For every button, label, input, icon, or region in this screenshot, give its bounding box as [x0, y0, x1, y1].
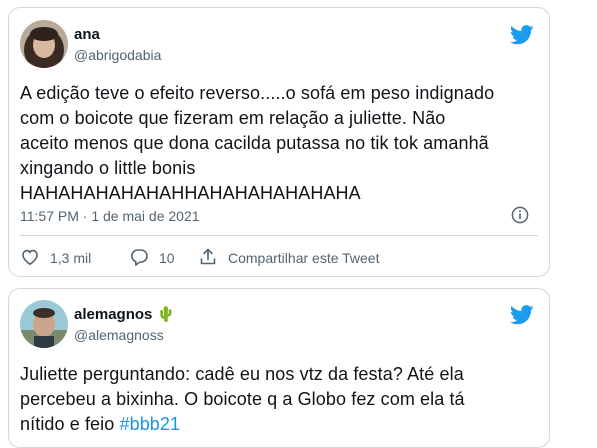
- divider: [20, 235, 538, 236]
- heart-icon: [22, 249, 38, 266]
- share-label: Compartilhar este Tweet: [228, 250, 380, 266]
- like-count: 1,3 mil: [50, 250, 92, 266]
- reply-bubble-icon: [131, 249, 148, 266]
- tweet-text-body: Juliette perguntando: cadê eu nos vtz da…: [20, 364, 465, 434]
- tweet-text: Juliette perguntando: cadê eu nos vtz da…: [20, 362, 537, 437]
- avatar[interactable]: [20, 300, 68, 348]
- user-handle[interactable]: @abrigodabia: [74, 46, 161, 64]
- tweet-card-alemagnos[interactable]: alemagnos 🌵 @alemagnoss Juliette pergunt…: [8, 288, 550, 448]
- twitter-bird-icon[interactable]: [510, 25, 534, 45]
- info-icon[interactable]: [511, 206, 529, 224]
- tweet-timestamp[interactable]: 11:57 PM · 1 de mai de 2021: [20, 207, 200, 225]
- tweet-card-ana[interactable]: ana @abrigodabia A edição teve o efeito …: [8, 7, 550, 277]
- share-icon: [200, 248, 216, 265]
- reply-count: 10: [159, 250, 175, 266]
- display-name[interactable]: ana: [74, 26, 100, 44]
- hashtag-link[interactable]: #bbb21: [119, 414, 180, 434]
- avatar[interactable]: [20, 20, 68, 68]
- user-handle[interactable]: @alemagnoss: [74, 326, 164, 344]
- twitter-bird-icon[interactable]: [510, 305, 534, 325]
- tweet-text: A edição teve o efeito reverso.....o sof…: [20, 83, 495, 203]
- display-name[interactable]: alemagnos 🌵: [74, 306, 175, 324]
